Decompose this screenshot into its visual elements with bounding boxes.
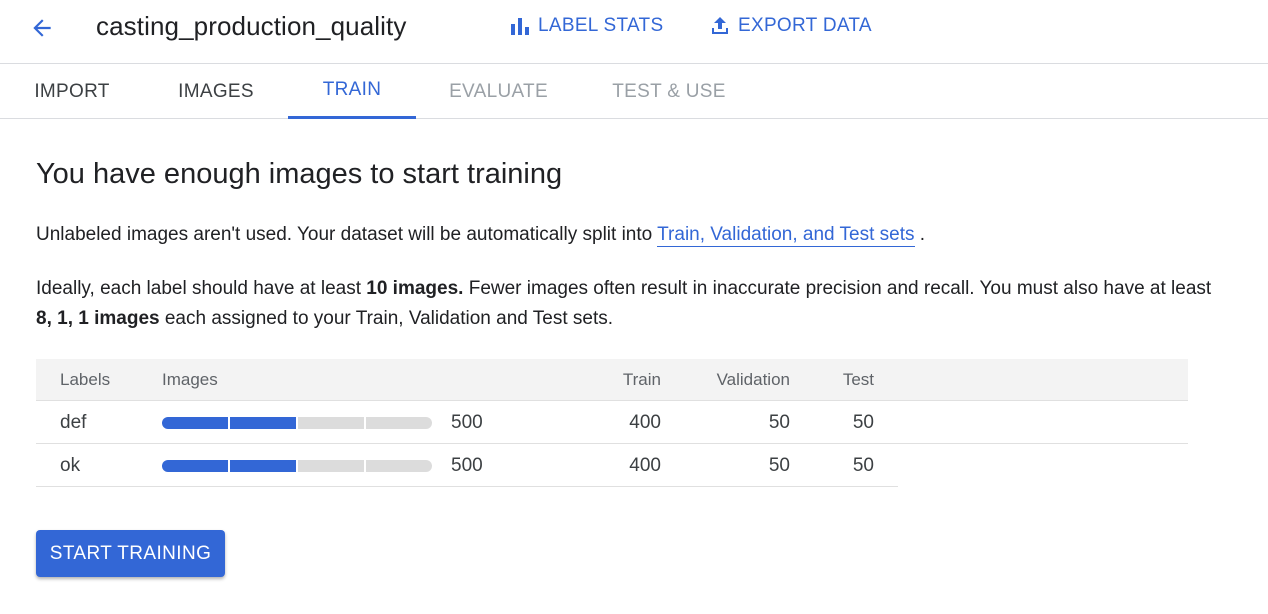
arrow-back-icon: [33, 19, 51, 37]
back-button[interactable]: [22, 8, 62, 48]
col-images: Images: [162, 370, 218, 389]
dataset-title: casting_production_quality: [96, 11, 407, 41]
bar-segment-filled: [162, 417, 228, 429]
row-label: def: [60, 412, 87, 433]
table-header: Labels Images Train Validation Test: [36, 359, 1188, 401]
label-stats-label: LABEL STATS: [538, 15, 664, 36]
tab-images[interactable]: IMAGES: [144, 64, 288, 119]
image-count-bar: [162, 417, 432, 429]
row-divider: [36, 486, 898, 487]
page-heading: You have enough images to start training: [36, 158, 563, 190]
tab-evaluate: EVALUATE: [449, 80, 548, 102]
bar-chart-icon: [511, 18, 529, 35]
export-data-label: EXPORT DATA: [738, 15, 872, 36]
top-app-bar: casting_production_quality LABEL STATS E…: [0, 0, 1268, 64]
tab-bar: IMPORT IMAGES TRAIN EVALUATE TEST & USE: [0, 64, 1268, 119]
col-train: Train: [622, 370, 661, 389]
upload-icon: [712, 17, 728, 34]
tab-train[interactable]: TRAIN: [288, 64, 416, 119]
table-row: def 500 400 50 50: [36, 401, 1188, 444]
req-bold-1: 10 images.: [366, 278, 464, 299]
table-row: ok 500 400 50 50: [36, 444, 1188, 487]
req-text-3: each assigned to your Train, Validation …: [159, 308, 614, 329]
tab-test-and-use: TEST & USE: [612, 80, 726, 102]
col-test: Test: [842, 370, 874, 389]
requirements-text: Ideally, each label should have at least…: [36, 274, 1226, 334]
row-test: 50: [852, 412, 874, 433]
split-info-text: Unlabeled images aren't used. Your datas…: [36, 220, 925, 250]
req-text-2: Fewer images often result in inaccurate …: [463, 278, 1212, 299]
row-test: 50: [852, 455, 874, 476]
label-stats-button[interactable]: LABEL STATS: [510, 12, 663, 40]
start-training-button[interactable]: START TRAINING: [36, 530, 225, 577]
image-count-bar: [162, 460, 432, 472]
bar-segment-filled: [162, 460, 228, 472]
row-images: 500: [451, 455, 483, 476]
bar-segment-filled: [230, 460, 296, 472]
bar-segment-empty: [298, 417, 364, 429]
bar-segment-empty: [366, 417, 432, 429]
export-data-button[interactable]: EXPORT DATA: [710, 12, 872, 40]
req-bold-2: 8, 1, 1 images: [36, 308, 160, 329]
bar-segment-filled: [230, 417, 296, 429]
sets-link[interactable]: Train, Validation, and Test sets: [657, 224, 915, 247]
row-train: 400: [629, 412, 661, 433]
bar-segment-empty: [298, 460, 364, 472]
col-labels: Labels: [60, 370, 111, 389]
row-train: 400: [629, 455, 661, 476]
req-text-1: Ideally, each label should have at least: [36, 278, 367, 299]
tab-import[interactable]: IMPORT: [0, 64, 144, 119]
split-info-suffix: .: [914, 224, 926, 245]
row-images: 500: [451, 412, 483, 433]
split-info-prefix: Unlabeled images aren't used. Your datas…: [36, 224, 658, 245]
row-label: ok: [60, 455, 81, 476]
bar-segment-empty: [366, 460, 432, 472]
